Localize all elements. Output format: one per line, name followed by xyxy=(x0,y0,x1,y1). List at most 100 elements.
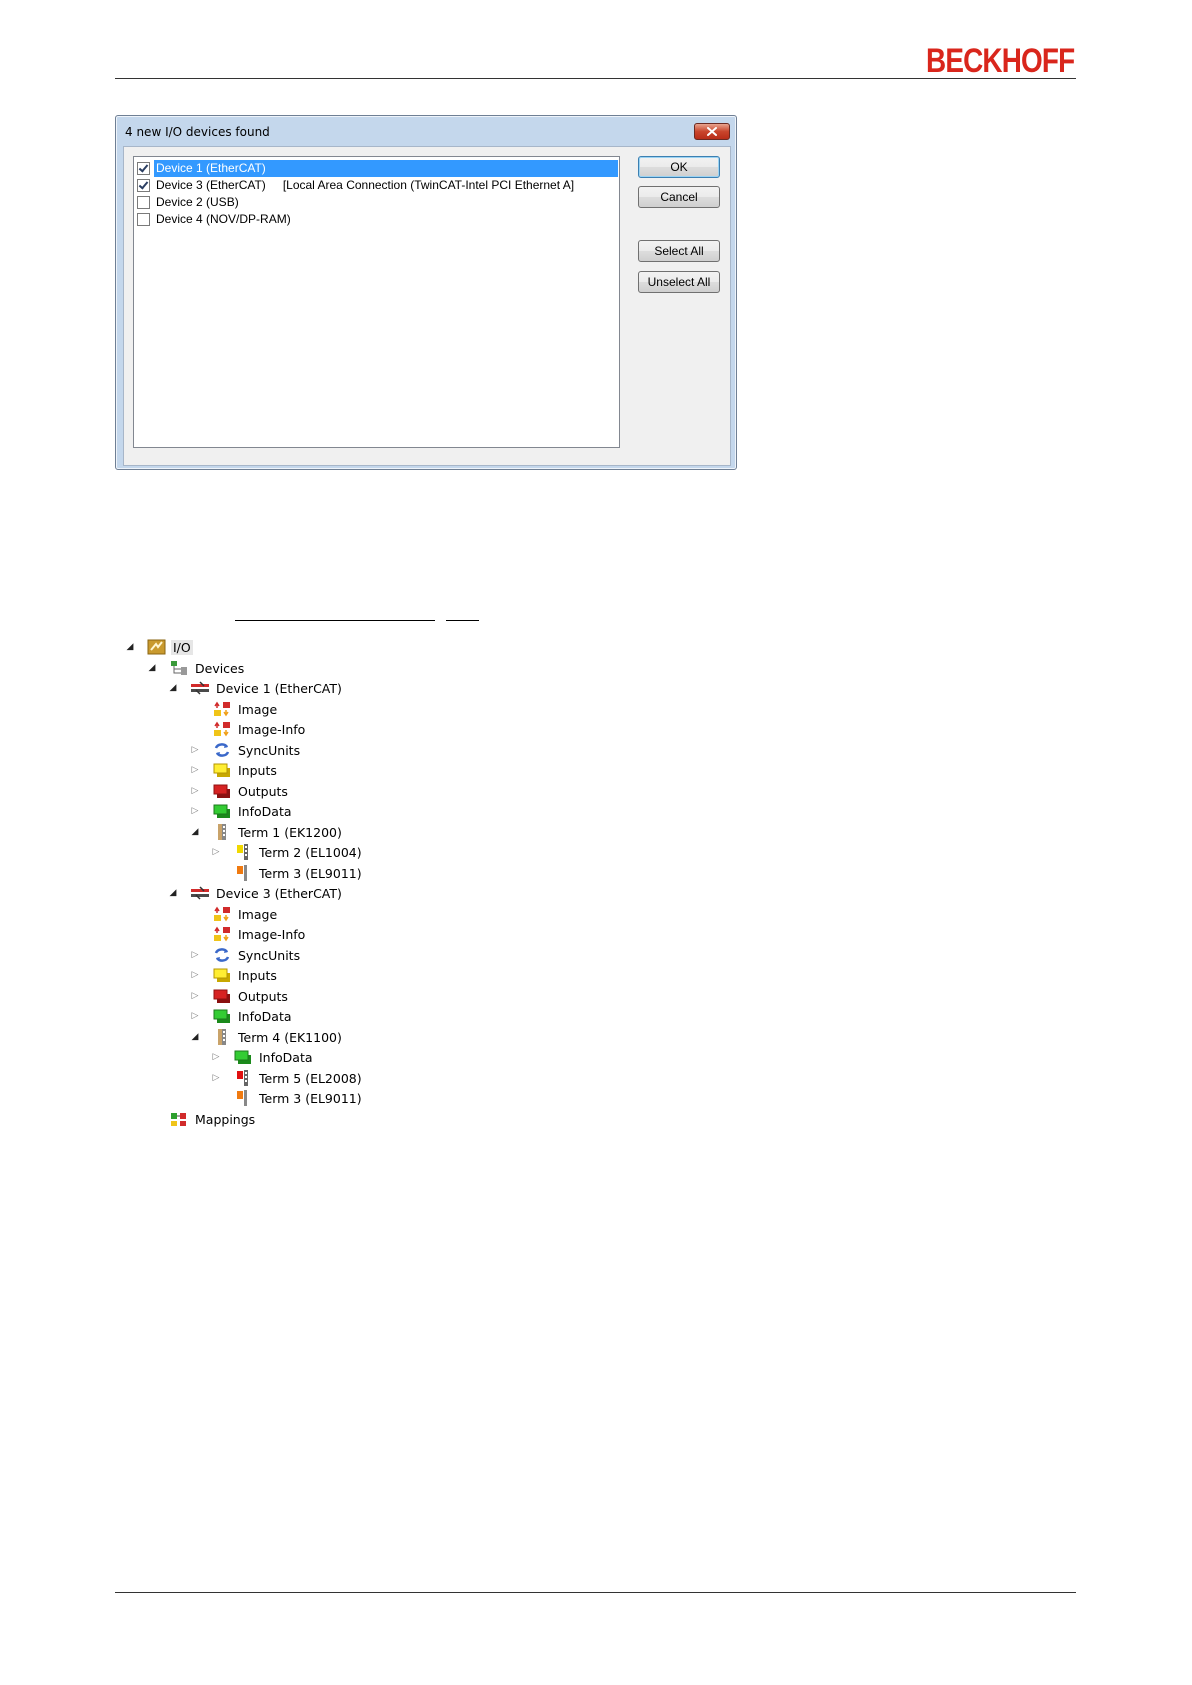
tree-node[interactable]: Term 2 (EL1004) xyxy=(233,842,364,862)
collapse-toggle-icon[interactable]: ◢ xyxy=(147,663,157,673)
expand-toggle-icon[interactable]: ▷ xyxy=(190,1011,200,1021)
tree-node[interactable]: InfoData xyxy=(212,801,294,821)
close-icon xyxy=(707,127,717,136)
image-info-icon xyxy=(212,721,232,737)
expand-toggle-icon[interactable]: ▷ xyxy=(211,847,221,857)
list-item-label: Device 3 (EtherCAT) xyxy=(156,178,266,192)
dialog-client: Device 1 (EtherCAT) Device 3 (EtherCAT) … xyxy=(123,146,731,466)
image-info-icon xyxy=(212,926,232,942)
end-terminal-icon xyxy=(233,865,253,881)
expand-toggle-icon[interactable]: ▷ xyxy=(190,806,200,816)
tree-node-label: Term 1 (EK1200) xyxy=(238,824,342,840)
expand-toggle-icon[interactable]: ▷ xyxy=(190,950,200,960)
tree-node[interactable]: Device 1 (EtherCAT) xyxy=(190,678,344,698)
header-rule xyxy=(115,78,1076,79)
checkbox[interactable] xyxy=(137,179,150,192)
ethercat-device-icon xyxy=(190,680,210,696)
unselect-all-button[interactable]: Unselect All xyxy=(638,271,720,293)
tree-node[interactable]: Image xyxy=(212,699,279,719)
device-list[interactable]: Device 1 (EtherCAT) Device 3 (EtherCAT) … xyxy=(133,156,620,448)
expand-toggle-icon[interactable]: ▷ xyxy=(190,765,200,775)
tree-node[interactable]: InfoData xyxy=(212,1006,294,1026)
tree-node[interactable]: Image-Info xyxy=(212,924,307,944)
input-terminal-icon xyxy=(233,844,253,860)
tree-node[interactable]: Outputs xyxy=(212,986,290,1006)
tree-node[interactable]: Image xyxy=(212,904,279,924)
tree-node[interactable]: Image-Info xyxy=(212,719,307,739)
outputs-icon xyxy=(212,783,232,799)
tree-node[interactable]: I/O xyxy=(147,637,193,657)
ok-button[interactable]: OK xyxy=(638,156,720,178)
tree-node[interactable]: Term 3 (EL9011) xyxy=(233,1088,364,1108)
ethercat-device-icon xyxy=(190,885,210,901)
select-all-button[interactable]: Select All xyxy=(638,240,720,262)
collapse-toggle-icon[interactable]: ◢ xyxy=(168,888,178,898)
footer-rule xyxy=(115,1592,1076,1593)
list-item-label: Device 2 (USB) xyxy=(156,195,239,209)
tree-node[interactable]: SyncUnits xyxy=(212,945,302,965)
list-item[interactable]: Device 2 (USB) xyxy=(137,194,241,211)
list-item[interactable]: Device 4 (NOV/DP-RAM) xyxy=(137,211,293,228)
cancel-button[interactable]: Cancel xyxy=(638,186,720,208)
list-item-label: Device 1 (EtherCAT) xyxy=(154,160,618,177)
caption-underline xyxy=(235,620,435,621)
collapse-toggle-icon[interactable]: ◢ xyxy=(190,827,200,837)
tree-node[interactable]: Inputs xyxy=(212,965,279,985)
expand-toggle-icon[interactable]: ▷ xyxy=(211,1073,221,1083)
syncunits-icon xyxy=(212,742,232,758)
dialog-title: 4 new I/O devices found xyxy=(125,125,270,139)
tree-node[interactable]: Inputs xyxy=(212,760,279,780)
collapse-toggle-icon[interactable]: ◢ xyxy=(168,683,178,693)
tree-node-label: Image-Info xyxy=(238,926,306,942)
tree-node-label: InfoData xyxy=(259,1049,313,1065)
checkbox[interactable] xyxy=(137,196,150,209)
tree-node-label: Image xyxy=(238,906,278,922)
inputs-icon xyxy=(212,967,232,983)
outputs-icon xyxy=(212,988,232,1004)
image-icon xyxy=(212,906,232,922)
tree-node-label: Term 2 (EL1004) xyxy=(259,844,362,860)
expand-toggle-icon[interactable]: ▷ xyxy=(190,970,200,980)
collapse-toggle-icon[interactable]: ◢ xyxy=(190,1032,200,1042)
tree-node[interactable]: Term 5 (EL2008) xyxy=(233,1068,364,1088)
tree-node-label: InfoData xyxy=(238,1008,292,1024)
expand-toggle-icon[interactable]: ▷ xyxy=(190,786,200,796)
tree-node-label: Mappings xyxy=(195,1111,256,1127)
expand-toggle-icon[interactable]: ▷ xyxy=(211,1052,221,1062)
list-item[interactable]: Device 1 (EtherCAT) xyxy=(137,160,618,177)
tree-node[interactable]: Term 1 (EK1200) xyxy=(212,822,344,842)
infodata-icon xyxy=(233,1049,253,1065)
checkbox[interactable] xyxy=(137,162,150,175)
list-item[interactable]: Device 3 (EtherCAT) [Local Area Connecti… xyxy=(137,177,574,194)
tree-node[interactable]: Device 3 (EtherCAT) xyxy=(190,883,344,903)
output-terminal-icon xyxy=(233,1070,253,1086)
tree-node[interactable]: SyncUnits xyxy=(212,740,302,760)
tree-node[interactable]: Outputs xyxy=(212,781,290,801)
tree-node-label: I/O xyxy=(171,639,193,655)
tree-node-label: Outputs xyxy=(238,783,288,799)
infodata-icon xyxy=(212,803,232,819)
tree-node[interactable]: Mappings xyxy=(169,1109,257,1129)
list-item-detail: [Local Area Connection (TwinCAT-Intel PC… xyxy=(282,178,575,192)
tree-node-label: InfoData xyxy=(238,803,292,819)
list-item-label: Device 4 (NOV/DP-RAM) xyxy=(156,212,291,226)
tree-node-label: Device 3 (EtherCAT) xyxy=(216,885,342,901)
tree-node-label: SyncUnits xyxy=(238,947,301,963)
tree-node-label: Devices xyxy=(195,660,245,676)
caption-underline xyxy=(446,620,479,621)
collapse-toggle-icon[interactable]: ◢ xyxy=(125,642,135,652)
image-icon xyxy=(212,701,232,717)
tree-node[interactable]: InfoData xyxy=(233,1047,315,1067)
expand-toggle-icon[interactable]: ▷ xyxy=(190,991,200,1001)
end-terminal-icon xyxy=(233,1090,253,1106)
tree-node[interactable]: Devices xyxy=(169,658,246,678)
tree-node-label: SyncUnits xyxy=(238,742,301,758)
inputs-icon xyxy=(212,762,232,778)
checkbox[interactable] xyxy=(137,213,150,226)
tree-node-label: Inputs xyxy=(238,762,277,778)
tree-node[interactable]: Term 4 (EK1100) xyxy=(212,1027,344,1047)
tree-node[interactable]: Term 3 (EL9011) xyxy=(233,863,364,883)
dialog-titlebar[interactable]: 4 new I/O devices found xyxy=(116,116,736,146)
expand-toggle-icon[interactable]: ▷ xyxy=(190,745,200,755)
close-button[interactable] xyxy=(694,123,730,140)
